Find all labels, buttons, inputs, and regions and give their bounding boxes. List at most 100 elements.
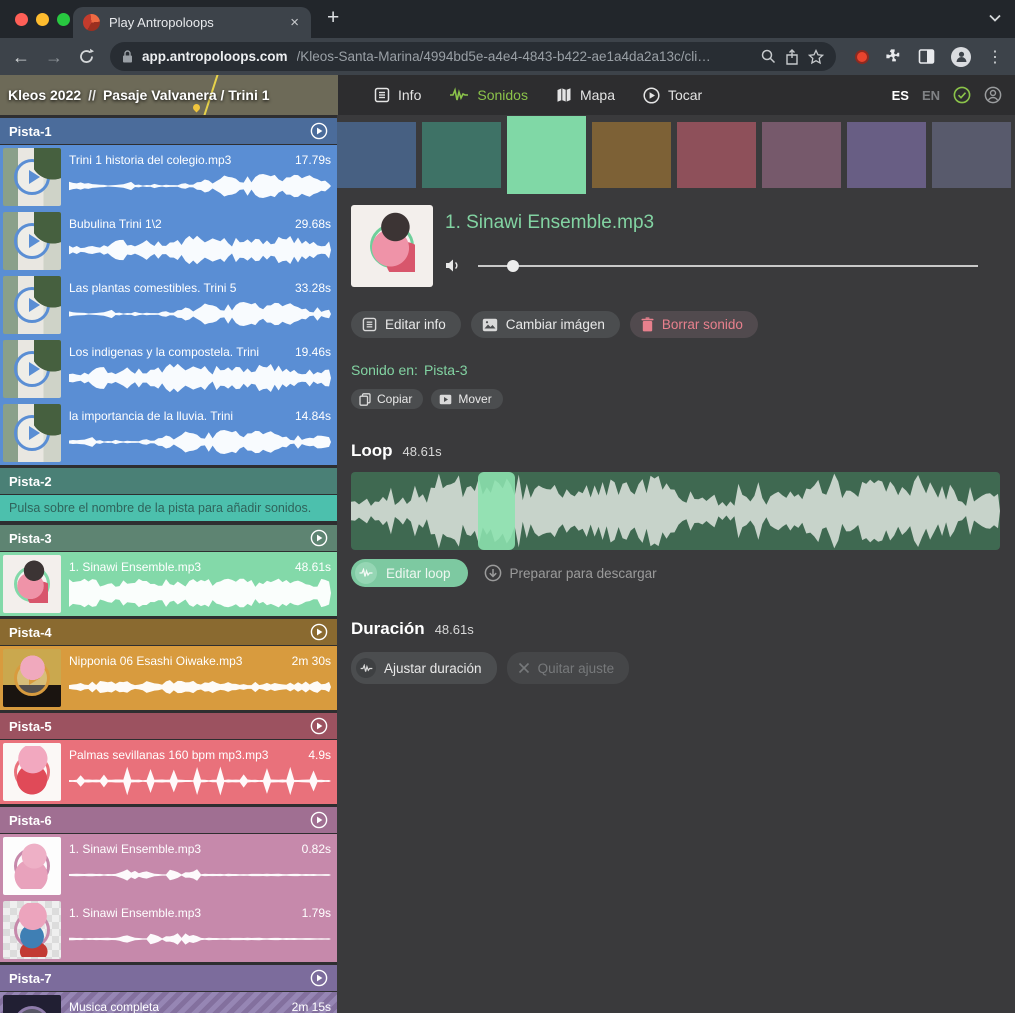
sound-in-track-link[interactable]: Pista-3: [424, 362, 468, 378]
bookmark-star-icon[interactable]: [808, 49, 824, 65]
new-tab-button[interactable]: +: [327, 6, 339, 30]
lang-es[interactable]: ES: [892, 88, 909, 103]
edit-loop-button[interactable]: Editar loop: [351, 559, 468, 587]
track-header[interactable]: Pista-6: [0, 807, 337, 833]
volume-icon[interactable]: [445, 258, 462, 273]
clip-row[interactable]: Nipponia 06 Esashi Oiwake.mp3 2m 30s: [0, 646, 337, 710]
palette-swatch[interactable]: [762, 122, 841, 188]
zoom-page-icon[interactable]: [761, 49, 776, 64]
clip-thumbnail[interactable]: [3, 212, 61, 270]
close-window-button[interactable]: [15, 13, 28, 26]
side-panel-icon[interactable]: [918, 48, 935, 65]
track-header[interactable]: Pista-7: [0, 965, 337, 991]
track-play-icon[interactable]: [310, 811, 328, 829]
zoom-window-button[interactable]: [57, 13, 70, 26]
remove-adjust-button[interactable]: Quitar ajuste: [507, 652, 630, 684]
edit-info-button[interactable]: Editar info: [351, 311, 461, 338]
forward-button[interactable]: →: [45, 48, 63, 66]
lang-en[interactable]: EN: [922, 88, 940, 103]
tab-search-chevron-icon[interactable]: [989, 14, 1001, 22]
clip-name: Las plantas comestibles. Trini 5: [69, 281, 236, 295]
loop-waveform[interactable]: [351, 472, 1000, 550]
track-header[interactable]: Pista-3: [0, 525, 337, 551]
clip-row[interactable]: 1. Sinawi Ensemble.mp3 48.61s: [0, 552, 337, 616]
sound-thumbnail[interactable]: [351, 205, 433, 287]
clip-thumbnail[interactable]: [3, 837, 61, 895]
play-icon[interactable]: [14, 1006, 50, 1013]
track-play-icon[interactable]: [310, 623, 328, 641]
clip-row[interactable]: Bubulina Trini 1\2 29.68s: [0, 209, 337, 273]
extensions-puzzle-icon[interactable]: [885, 48, 902, 65]
track-play-icon[interactable]: [310, 717, 328, 735]
play-icon[interactable]: [14, 223, 50, 259]
loop-playhead-band[interactable]: [478, 472, 514, 550]
clip-row[interactable]: 1. Sinawi Ensemble.mp3 0.82s: [0, 834, 337, 898]
clip-thumbnail[interactable]: [3, 649, 61, 707]
play-icon[interactable]: [14, 415, 50, 451]
volume-slider-thumb[interactable]: [507, 260, 519, 272]
palette-swatch[interactable]: [337, 122, 416, 188]
clip-row[interactable]: Los indigenas y la compostela. Trini 19.…: [0, 337, 337, 401]
clip-row[interactable]: Las plantas comestibles. Trini 5 33.28s: [0, 273, 337, 337]
play-icon[interactable]: [14, 754, 50, 790]
prepare-download-button[interactable]: Preparar para descargar: [484, 564, 657, 582]
breadcrumb[interactable]: Kleos 2022 // Pasaje Valvanera / Trini 1: [0, 75, 338, 115]
profile-avatar[interactable]: [951, 47, 971, 67]
tab-info[interactable]: Info: [374, 87, 421, 103]
reload-button[interactable]: [78, 48, 95, 65]
delete-sound-button[interactable]: Borrar sonido: [630, 311, 758, 338]
track-header[interactable]: Pista-5: [0, 713, 337, 739]
clip-thumbnail[interactable]: [3, 555, 61, 613]
move-button[interactable]: Mover: [431, 389, 502, 409]
tab-close-icon[interactable]: ×: [288, 14, 301, 31]
browser-tab[interactable]: Play Antropoloops ×: [73, 7, 311, 38]
clip-thumbnail[interactable]: [3, 276, 61, 334]
clip-thumbnail[interactable]: [3, 148, 61, 206]
clip-thumbnail[interactable]: [3, 901, 61, 959]
clip-thumbnail[interactable]: [3, 340, 61, 398]
play-icon[interactable]: [14, 351, 50, 387]
track-header[interactable]: Pista-4: [0, 619, 337, 645]
play-icon[interactable]: [14, 660, 50, 696]
clip-row[interactable]: la importancia de la lluvia. Trini 14.84…: [0, 401, 337, 465]
adjust-duration-button[interactable]: Ajustar duración: [351, 652, 497, 684]
palette-swatch[interactable]: [592, 122, 671, 188]
play-icon[interactable]: [14, 287, 50, 323]
back-button[interactable]: ←: [12, 48, 30, 66]
track-header[interactable]: Pista-2: [0, 468, 337, 494]
share-icon[interactable]: [785, 49, 799, 65]
track-header[interactable]: Pista-1: [0, 118, 337, 144]
play-icon[interactable]: [14, 159, 50, 195]
record-extension-icon[interactable]: [855, 50, 869, 64]
play-icon[interactable]: [14, 566, 50, 602]
address-bar[interactable]: app.antropoloops.com/Kleos-Santa-Marina/…: [110, 42, 836, 71]
tab-tocar[interactable]: Tocar: [643, 87, 702, 104]
clip-row[interactable]: Musica completa 2m 15s: [0, 992, 337, 1013]
palette-swatch-selected[interactable]: [507, 116, 586, 194]
clip-thumbnail[interactable]: [3, 995, 61, 1013]
palette-swatch[interactable]: [932, 122, 1011, 188]
palette-swatch[interactable]: [847, 122, 926, 188]
change-image-button[interactable]: Cambiar imágen: [471, 311, 620, 338]
track-hint[interactable]: Pulsa sobre el nombre de la pista para a…: [0, 495, 337, 521]
tab-sonidos[interactable]: Sonidos: [449, 87, 528, 103]
clip-row[interactable]: 1. Sinawi Ensemble.mp3 1.79s: [0, 898, 337, 962]
clip-row[interactable]: Trini 1 historia del colegio.mp3 17.79s: [0, 145, 337, 209]
track-play-icon[interactable]: [310, 529, 328, 547]
clip-thumbnail[interactable]: [3, 404, 61, 462]
play-icon[interactable]: [370, 224, 414, 268]
play-icon[interactable]: [14, 912, 50, 948]
track-play-icon[interactable]: [310, 969, 328, 987]
account-icon[interactable]: [984, 86, 1002, 104]
browser-menu-icon[interactable]: ⋮: [987, 47, 1003, 67]
palette-swatch[interactable]: [422, 122, 501, 188]
tab-mapa[interactable]: Mapa: [556, 87, 615, 103]
clip-thumbnail[interactable]: [3, 743, 61, 801]
clip-row[interactable]: Palmas sevillanas 160 bpm mp3.mp3 4.9s: [0, 740, 337, 804]
track-play-icon[interactable]: [310, 122, 328, 140]
minimize-window-button[interactable]: [36, 13, 49, 26]
copy-button[interactable]: Copiar: [351, 389, 423, 409]
palette-swatch[interactable]: [677, 122, 756, 188]
play-icon[interactable]: [14, 848, 50, 884]
volume-slider[interactable]: [478, 265, 978, 267]
